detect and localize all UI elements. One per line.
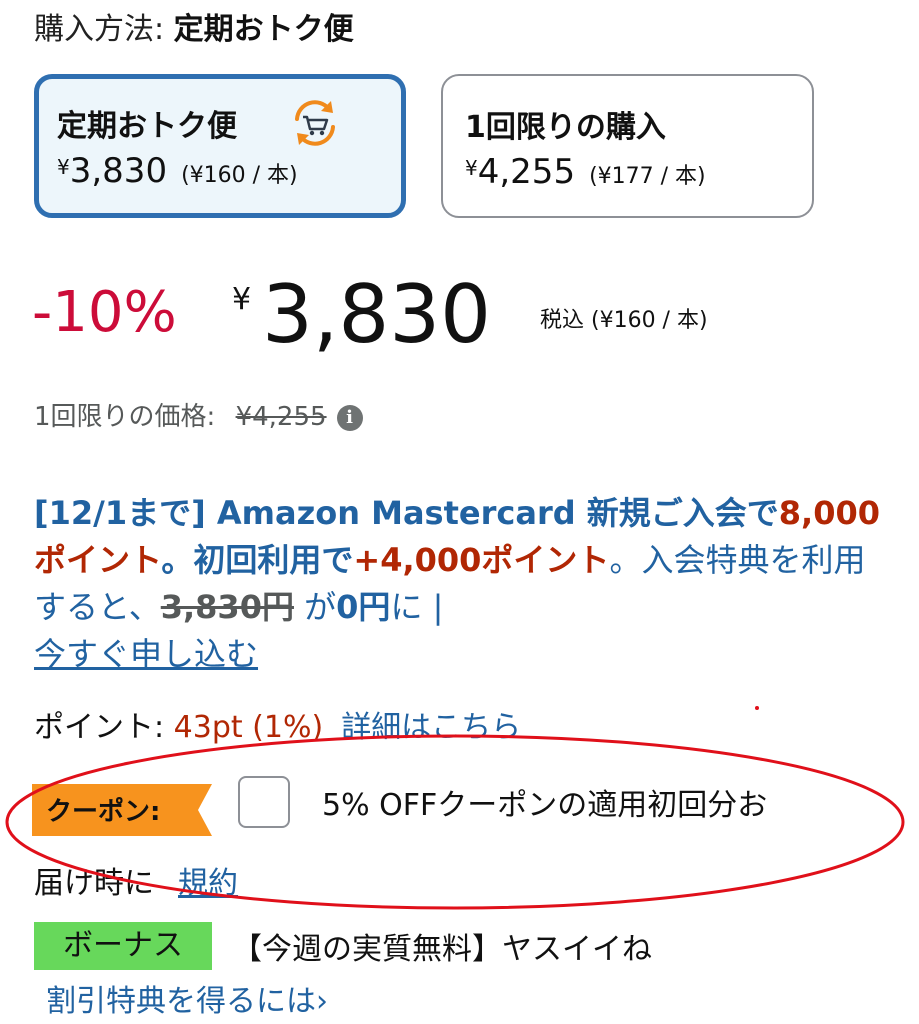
subscription-option-title: 定期おトク便 bbox=[57, 109, 237, 144]
one-time-option-price: ¥4,255 (¥177 / 本) bbox=[465, 152, 706, 192]
points-line: ポイント: 43pt (1%) 詳細はこちら bbox=[34, 702, 521, 746]
coupon-badge: クーポン: bbox=[32, 784, 212, 836]
one-time-price-label: 1回限りの価格: bbox=[34, 402, 224, 432]
subscription-option-price: ¥3,830 (¥160 / 本) bbox=[57, 151, 298, 191]
one-time-price-line: 1回限りの価格: ¥4,255 i bbox=[34, 396, 363, 433]
bonus-badge: ボーナス bbox=[34, 922, 212, 970]
price-currency: ¥ bbox=[232, 282, 252, 317]
one-time-option[interactable]: 1回限りの購入 ¥4,255 (¥177 / 本) bbox=[441, 74, 814, 218]
subscribe-cart-icon bbox=[295, 100, 335, 146]
coupon-terms-link[interactable]: 規約 bbox=[178, 866, 238, 901]
main-price: 3,830 bbox=[262, 268, 492, 361]
purchase-method-value: 定期おトク便 bbox=[173, 12, 354, 47]
points-value: 43pt (1%) bbox=[173, 710, 324, 745]
subscription-option[interactable]: 定期おトク便 ¥3,830 (¥160 / 本) bbox=[34, 74, 406, 218]
one-time-option-title: 1回限りの購入 bbox=[465, 110, 666, 145]
purchase-method: 購入方法: 定期おトク便 bbox=[34, 4, 354, 48]
one-time-price-value: ¥4,255 bbox=[235, 402, 327, 432]
points-detail-link[interactable]: 詳細はこちら bbox=[341, 710, 521, 745]
info-icon[interactable]: i bbox=[336, 404, 363, 431]
coupon-checkbox[interactable] bbox=[238, 776, 290, 828]
discount-percent: -10% bbox=[32, 280, 177, 345]
purchase-method-label: 購入方法: bbox=[34, 12, 174, 47]
coupon-badge-label: クーポン: bbox=[46, 796, 160, 827]
bonus-text: 【今週の実質無料】ヤスイイね bbox=[232, 932, 652, 967]
coupon-text: 5% OFFクーポンの適用初回分お bbox=[322, 788, 768, 823]
bonus-discount-link[interactable]: 割引特典を得るには› bbox=[46, 976, 328, 1020]
apply-now-link[interactable]: 今すぐ申し込む bbox=[34, 635, 258, 673]
mastercard-promo: [12/1まで] Amazon Mastercard 新規ご入会で8,000ポイ… bbox=[34, 494, 880, 673]
tax-note: 税込 (¥160 / 本) bbox=[540, 308, 708, 333]
points-label: ポイント: bbox=[34, 710, 174, 745]
coupon-text-continued: 届け時に 規約 bbox=[34, 866, 238, 901]
